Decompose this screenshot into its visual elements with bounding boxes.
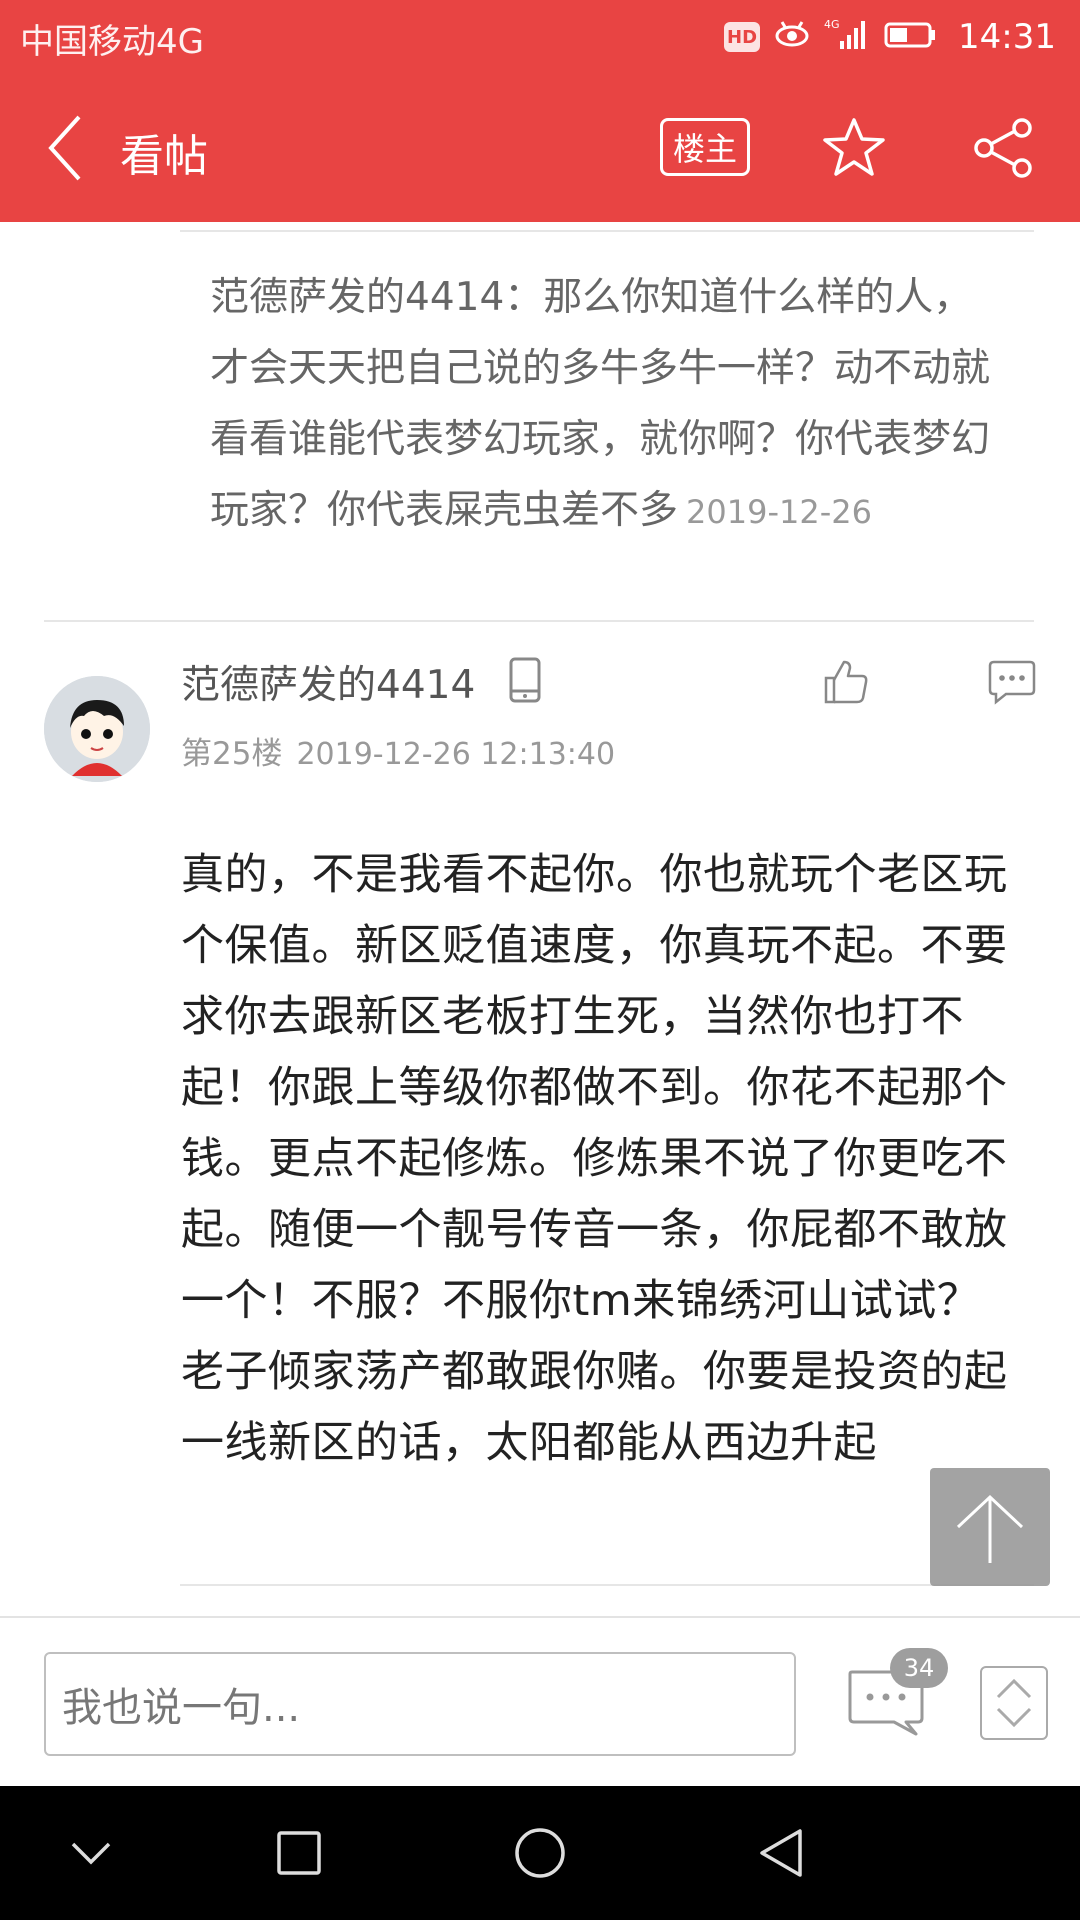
chevron-down-icon bbox=[71, 1842, 111, 1865]
square-icon bbox=[277, 1831, 321, 1875]
post-username[interactable]: 范德萨发的4414 bbox=[181, 654, 475, 710]
back-to-top-button[interactable] bbox=[930, 1468, 1050, 1586]
hd-icon: HD bbox=[724, 22, 761, 52]
svg-text:4G: 4G bbox=[824, 18, 840, 31]
post-body: 真的，不是我看不起你。你也就玩个老区玩个保值。新区贬值速度，你真玩不起。不要求你… bbox=[181, 850, 1008, 1468]
avatar-cartoon-icon bbox=[44, 676, 150, 782]
avatar[interactable] bbox=[44, 676, 150, 782]
divider bbox=[180, 230, 1034, 232]
favorite-button[interactable] bbox=[818, 112, 890, 184]
carrier-label: 中国移动4G bbox=[20, 22, 204, 62]
only-op-button[interactable]: 楼主 bbox=[660, 118, 750, 176]
comment-count-badge: 34 bbox=[890, 1648, 948, 1688]
status-bar: 中国移动4G HD 4G 14:31 bbox=[0, 0, 1080, 74]
quoted-reply-date: 2019-12-26 bbox=[686, 493, 872, 531]
circle-icon bbox=[515, 1828, 565, 1878]
page-switch-button[interactable] bbox=[980, 1666, 1048, 1740]
page-title: 看帖 bbox=[120, 131, 208, 182]
post-meta: 第25楼 2019-12-26 12:13:40 bbox=[181, 728, 615, 773]
battery-icon bbox=[884, 20, 938, 54]
divider bbox=[44, 620, 1034, 622]
signal-icon: 4G bbox=[824, 17, 870, 57]
back-icon bbox=[48, 115, 81, 181]
system-nav-bar bbox=[0, 1786, 1080, 1920]
status-icons: HD 4G 14:31 bbox=[724, 12, 1056, 62]
quoted-reply-separator: ： bbox=[504, 275, 544, 320]
nav-back-button[interactable] bbox=[744, 1816, 818, 1890]
share-icon bbox=[974, 118, 1032, 178]
share-button[interactable] bbox=[968, 112, 1040, 184]
mobile-device-icon bbox=[508, 657, 542, 707]
like-button[interactable] bbox=[820, 656, 872, 708]
comment-icon bbox=[988, 660, 1036, 705]
reply-input[interactable]: 我也说一句... bbox=[44, 1652, 796, 1756]
chevron-up-down-icon bbox=[996, 1678, 1032, 1728]
nav-home-button[interactable] bbox=[503, 1816, 577, 1890]
back-button[interactable] bbox=[30, 108, 100, 188]
quoted-reply: 范德萨发的4414：那么你知道什么样的人，才会天天把自己说的多牛多牛一样？动不动… bbox=[210, 262, 990, 548]
star-icon bbox=[823, 118, 885, 176]
post-datetime: 2019-12-26 12:13:40 bbox=[296, 737, 616, 772]
floor-number: 第25楼 bbox=[181, 736, 283, 772]
triangle-back-icon bbox=[760, 1829, 802, 1877]
status-time: 14:31 bbox=[958, 17, 1056, 57]
app-bar: 看帖 楼主 bbox=[0, 74, 1080, 222]
nav-hide-button[interactable] bbox=[54, 1816, 128, 1890]
arrow-up-icon bbox=[956, 1494, 1024, 1563]
eye-comfort-icon bbox=[774, 20, 810, 54]
quoted-reply-author[interactable]: 范德萨发的4414 bbox=[210, 275, 504, 320]
thumbs-up-icon bbox=[824, 660, 868, 704]
divider bbox=[180, 1584, 1034, 1586]
reply-bar: 我也说一句... 34 bbox=[0, 1616, 1080, 1786]
reply-button[interactable] bbox=[986, 656, 1038, 708]
nav-recents-button[interactable] bbox=[262, 1816, 336, 1890]
